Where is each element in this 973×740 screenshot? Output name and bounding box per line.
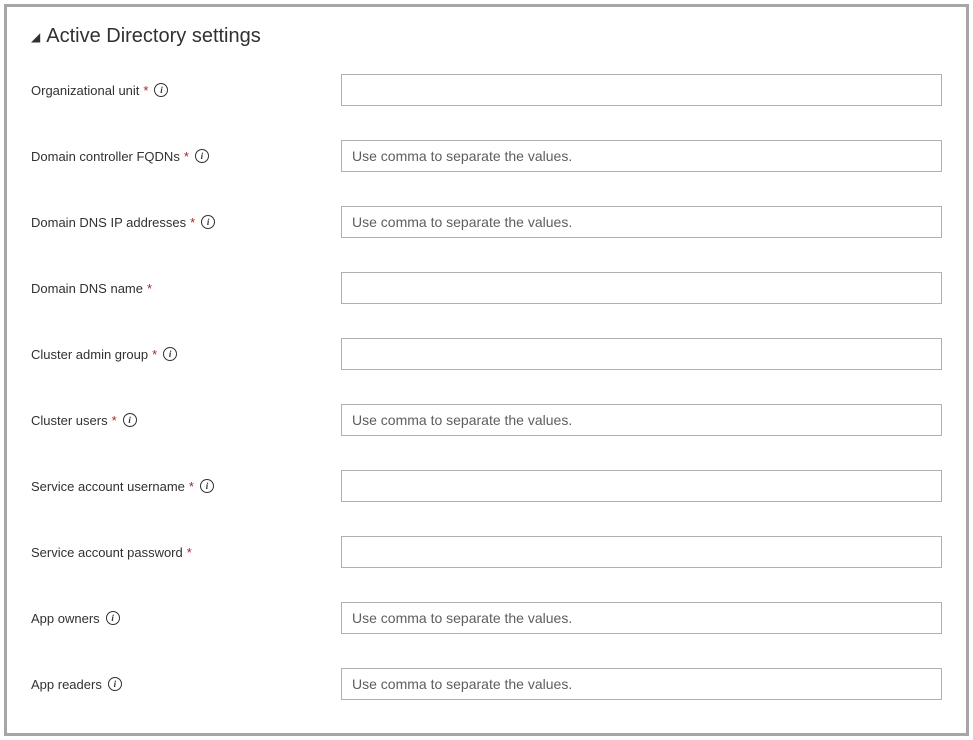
input-app-readers[interactable]: [341, 668, 942, 700]
required-marker: *: [112, 413, 117, 428]
label-text: Service account password: [31, 545, 183, 560]
label-domain-dns-name: Domain DNS name *: [31, 281, 341, 296]
label-text: Domain DNS name: [31, 281, 143, 296]
info-icon[interactable]: i: [201, 215, 215, 229]
row-domain-controller-fqdns: Domain controller FQDNs * i: [31, 140, 942, 172]
label-text: Cluster admin group: [31, 347, 148, 362]
label-domain-dns-ip-addresses: Domain DNS IP addresses * i: [31, 215, 341, 230]
row-cluster-users: Cluster users * i: [31, 404, 942, 436]
row-domain-dns-ip-addresses: Domain DNS IP addresses * i: [31, 206, 942, 238]
input-service-account-password[interactable]: [341, 536, 942, 568]
label-text: Cluster users: [31, 413, 108, 428]
input-cluster-admin-group[interactable]: [341, 338, 942, 370]
label-app-owners: App owners i: [31, 611, 341, 626]
required-marker: *: [190, 215, 195, 230]
info-icon[interactable]: i: [108, 677, 122, 691]
input-organizational-unit[interactable]: [341, 74, 942, 106]
row-cluster-admin-group: Cluster admin group * i: [31, 338, 942, 370]
input-domain-dns-name[interactable]: [341, 272, 942, 304]
input-app-owners[interactable]: [341, 602, 942, 634]
required-marker: *: [143, 83, 148, 98]
required-marker: *: [189, 479, 194, 494]
label-cluster-users: Cluster users * i: [31, 413, 341, 428]
section-header[interactable]: ◢ Active Directory settings: [31, 25, 942, 48]
label-text: App readers: [31, 677, 102, 692]
label-organizational-unit: Organizational unit * i: [31, 83, 341, 98]
label-app-readers: App readers i: [31, 677, 341, 692]
label-text: Domain controller FQDNs: [31, 149, 180, 164]
label-text: Domain DNS IP addresses: [31, 215, 186, 230]
row-organizational-unit: Organizational unit * i: [31, 74, 942, 106]
row-app-owners: App owners i: [31, 602, 942, 634]
row-app-readers: App readers i: [31, 668, 942, 700]
label-domain-controller-fqdns: Domain controller FQDNs * i: [31, 149, 341, 164]
input-cluster-users[interactable]: [341, 404, 942, 436]
info-icon[interactable]: i: [106, 611, 120, 625]
row-service-account-username: Service account username * i: [31, 470, 942, 502]
info-icon[interactable]: i: [154, 83, 168, 97]
label-text: Service account username: [31, 479, 185, 494]
label-service-account-password: Service account password *: [31, 545, 341, 560]
required-marker: *: [187, 545, 192, 560]
input-domain-dns-ip-addresses[interactable]: [341, 206, 942, 238]
required-marker: *: [184, 149, 189, 164]
active-directory-settings-panel: ◢ Active Directory settings Organization…: [4, 4, 969, 736]
info-icon[interactable]: i: [200, 479, 214, 493]
info-icon[interactable]: i: [163, 347, 177, 361]
input-service-account-username[interactable]: [341, 470, 942, 502]
label-cluster-admin-group: Cluster admin group * i: [31, 347, 341, 362]
input-domain-controller-fqdns[interactable]: [341, 140, 942, 172]
required-marker: *: [147, 281, 152, 296]
required-marker: *: [152, 347, 157, 362]
label-service-account-username: Service account username * i: [31, 479, 341, 494]
info-icon[interactable]: i: [195, 149, 209, 163]
row-service-account-password: Service account password *: [31, 536, 942, 568]
info-icon[interactable]: i: [123, 413, 137, 427]
label-text: App owners: [31, 611, 100, 626]
collapse-icon: ◢: [31, 31, 40, 43]
label-text: Organizational unit: [31, 83, 139, 98]
section-title: Active Directory settings: [46, 25, 261, 48]
row-domain-dns-name: Domain DNS name *: [31, 272, 942, 304]
